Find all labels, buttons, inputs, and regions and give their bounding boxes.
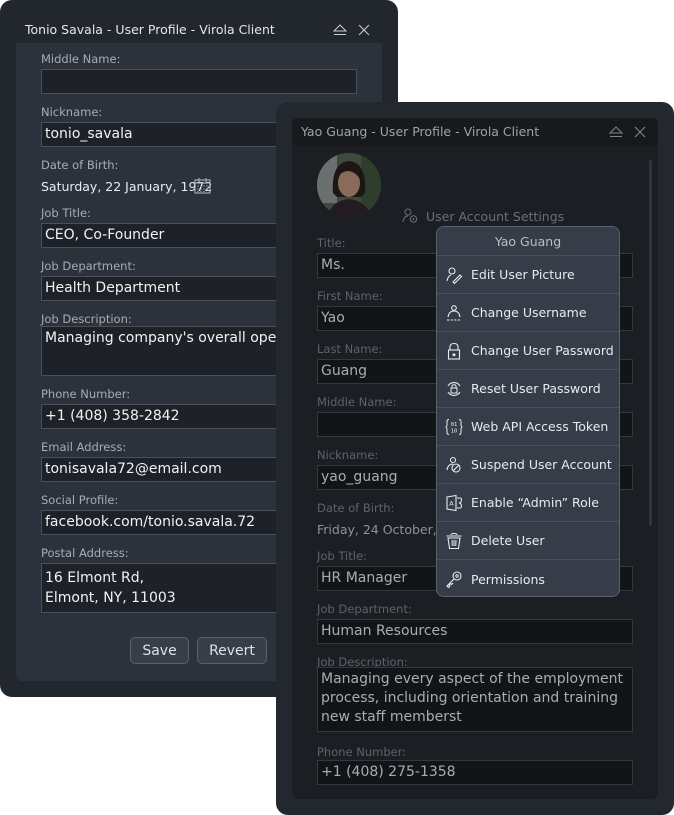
binary-token-icon: 01 10 [445,418,463,436]
job-department-field[interactable]: Human Resources [317,619,633,644]
menu-item-change-username[interactable]: Change Username [437,294,619,332]
menu-item-web-api-access-token[interactable]: 01 10 Web API Access Token [437,408,619,446]
social-profile-label: Social Profile: [41,493,119,507]
menu-item-reset-user-password[interactable]: Reset User Password [437,370,619,408]
title-bar: Tonio Savala - User Profile - Virola Cli… [16,16,382,43]
job-description-field[interactable]: Managing every aspect of the employment … [317,667,633,732]
date-of-birth-value: Saturday, 22 January, 1972 [41,179,213,194]
key-icon [445,570,463,588]
window-title: Yao Guang - User Profile - Virola Client [301,124,540,139]
menu-item-label: Change Username [471,305,587,320]
menu-item-label: Change User Password [471,343,614,358]
middle-name-label: Middle Name: [41,52,121,66]
date-of-birth-label: Date of Birth: [317,501,395,515]
eject-icon[interactable] [604,122,628,142]
user-account-settings-label: User Account Settings [426,208,565,224]
user-avatar[interactable] [317,153,381,217]
edit-picture-icon [445,266,463,284]
nickname-label: Nickname: [41,105,103,119]
lock-icon [445,342,463,360]
revert-button[interactable]: Revert [197,637,267,664]
job-description-label: Job Description: [41,312,132,326]
admin-role-icon: A [445,494,463,512]
svg-text:10: 10 [451,428,458,434]
date-of-birth-label: Date of Birth: [41,158,119,172]
menu-item-permissions[interactable]: Permissions [437,560,619,596]
nickname-label: Nickname: [317,448,379,462]
trash-icon [445,532,463,550]
phone-number-label: Phone Number: [317,745,407,759]
last-name-label: Last Name: [317,342,383,356]
phone-number-field[interactable]: +1 (408) 275-1358 [317,760,633,785]
menu-item-label: Delete User [471,533,545,548]
menu-item-delete-user[interactable]: Delete User [437,522,619,560]
svg-text:A: A [449,499,454,507]
first-name-label: First Name: [317,289,383,303]
postal-address-label: Postal Address: [41,546,129,560]
menu-item-label: Edit User Picture [471,267,575,282]
menu-item-label: Reset User Password [471,381,601,396]
menu-item-label: Suspend User Account [471,457,612,472]
save-button[interactable]: Save [130,637,189,664]
svg-text:01: 01 [451,422,458,428]
close-icon[interactable] [352,20,376,40]
job-title-label: Job Title: [41,206,91,220]
menu-header: Yao Guang [437,227,619,256]
job-department-label: Job Department: [317,602,412,616]
email-address-label: Email Address: [41,440,127,454]
change-username-icon [445,304,463,322]
job-title-label: Job Title: [317,549,367,563]
menu-item-label: Permissions [471,571,545,587]
menu-item-change-user-password[interactable]: Change User Password [437,332,619,370]
reset-lock-icon [445,380,463,398]
menu-item-edit-user-picture[interactable]: Edit User Picture [437,256,619,294]
menu-item-enable-admin-role[interactable]: A Enable “Admin” Role [437,484,619,522]
close-icon[interactable] [628,122,652,142]
middle-name-field[interactable] [41,69,357,94]
title-label: Title: [317,236,346,250]
middle-name-label: Middle Name: [317,395,397,409]
phone-number-label: Phone Number: [41,387,131,401]
menu-item-label: Web API Access Token [471,419,609,434]
window-title: Tonio Savala - User Profile - Virola Cli… [25,22,275,37]
calendar-icon[interactable] [194,177,211,198]
title-bar: Yao Guang - User Profile - Virola Client [292,118,658,145]
user-settings-icon [402,208,418,223]
user-account-settings-button[interactable]: User Account Settings [402,208,564,224]
menu-item-suspend-user-account[interactable]: Suspend User Account [437,446,619,484]
menu-item-label: Enable “Admin” Role [471,495,599,510]
vertical-scrollbar[interactable] [649,160,652,526]
suspend-user-icon [445,456,463,474]
job-department-label: Job Department: [41,259,136,273]
user-context-menu: Yao Guang Edit User Picture Change Usern… [436,226,620,597]
eject-icon[interactable] [328,20,352,40]
